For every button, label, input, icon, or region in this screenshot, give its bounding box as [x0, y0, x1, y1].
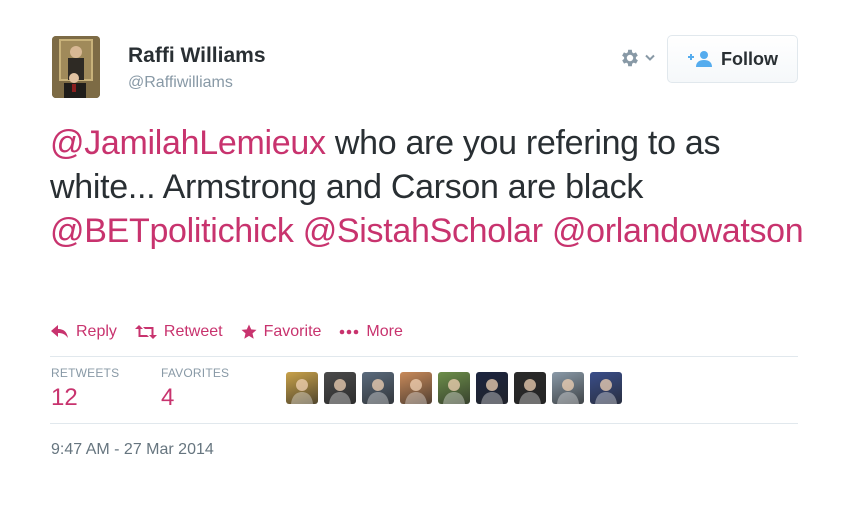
retweet-icon — [134, 325, 157, 339]
tweet-permalink: Raffi Williams @Raffiwilliams Follow @Ja… — [0, 0, 846, 507]
star-icon — [241, 324, 257, 339]
tweet-text: @JamilahLemieux who are you refering to … — [50, 121, 810, 253]
divider — [50, 423, 798, 424]
person-icon — [291, 379, 313, 404]
retweets-stat[interactable]: RETWEETS 12 — [51, 366, 119, 412]
favoriter-avatar[interactable] — [324, 372, 356, 404]
mention-link[interactable]: @SistahScholar — [303, 212, 543, 250]
tweet-timestamp[interactable]: 9:47 AM - 27 Mar 2014 — [51, 441, 214, 459]
favoriter-avatar[interactable] — [438, 372, 470, 404]
reply-button[interactable]: Reply — [51, 323, 117, 341]
avatar[interactable] — [52, 36, 100, 98]
avatar-photo — [52, 36, 100, 98]
chevron-down-icon — [645, 54, 655, 61]
user-actions-dropdown[interactable] — [619, 45, 659, 71]
favorites-stat[interactable]: FAVORITES 4 — [161, 366, 229, 412]
retweets-label: RETWEETS — [51, 366, 120, 380]
person-icon — [519, 379, 541, 404]
tweet-text-segment — [543, 212, 552, 250]
favoriter-avatar[interactable] — [286, 372, 318, 404]
person-icon — [367, 379, 389, 404]
add-person-icon — [688, 51, 712, 67]
favorite-label: Favorite — [263, 323, 322, 340]
more-dots-icon — [340, 329, 359, 335]
retweet-label: Retweet — [163, 323, 223, 340]
person-icon — [405, 379, 427, 404]
divider — [50, 356, 798, 357]
mention-link[interactable]: @JamilahLemieux — [50, 124, 326, 162]
tweet-actions: Reply Retweet Favorite More — [51, 319, 421, 345]
favorites-label: FAVORITES — [161, 366, 230, 380]
person-icon — [481, 379, 503, 404]
person-icon — [595, 379, 617, 404]
user-fullname[interactable]: Raffi Williams — [128, 44, 266, 68]
follow-button[interactable]: Follow — [667, 35, 798, 83]
favoriter-avatar[interactable] — [476, 372, 508, 404]
favoriter-avatar[interactable] — [400, 372, 432, 404]
reply-icon — [51, 325, 68, 338]
favoriters-avatars — [286, 372, 622, 404]
retweets-count: 12 — [51, 384, 78, 411]
favorites-count: 4 — [161, 384, 175, 411]
mention-link[interactable]: @BETpolitichick — [50, 212, 294, 250]
person-icon — [557, 379, 579, 404]
more-label: More — [366, 323, 403, 340]
follow-label: Follow — [721, 48, 778, 69]
reply-label: Reply — [76, 323, 117, 340]
favoriter-avatar[interactable] — [590, 372, 622, 404]
tweet-text-segment — [294, 212, 303, 250]
favorite-button[interactable]: Favorite — [241, 323, 322, 341]
gear-icon — [622, 49, 638, 67]
favoriter-avatar[interactable] — [514, 372, 546, 404]
user-handle[interactable]: @Raffiwilliams — [128, 74, 233, 92]
favoriter-avatar[interactable] — [552, 372, 584, 404]
favoriter-avatar[interactable] — [362, 372, 394, 404]
person-icon — [329, 379, 351, 404]
person-icon — [443, 379, 465, 404]
mention-link[interactable]: @orlandowatson — [552, 212, 804, 250]
retweet-button[interactable]: Retweet — [134, 323, 223, 341]
more-button[interactable]: More — [339, 323, 403, 341]
